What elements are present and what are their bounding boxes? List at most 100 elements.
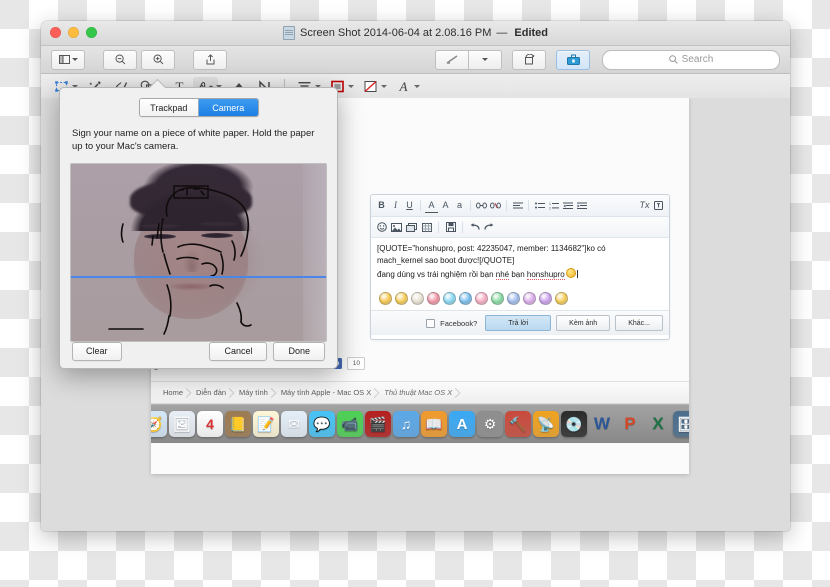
dock-item-microsoft-powerpoint[interactable]: P xyxy=(617,411,643,437)
like-count: 10 xyxy=(347,357,365,370)
breadcrumb-item-1[interactable]: Diễn đàn xyxy=(192,388,235,397)
editor-line3-c: bạn xyxy=(509,270,527,279)
bold-icon[interactable]: B xyxy=(375,199,388,213)
more-options-button[interactable]: Khác... xyxy=(615,315,663,331)
zoom-out-button[interactable] xyxy=(103,50,137,70)
breadcrumb-item-4[interactable]: Thủ thuật Mac OS X xyxy=(380,388,461,397)
signature-source-segmented-control[interactable]: Trackpad Camera xyxy=(139,98,259,117)
emoji-10[interactable] xyxy=(539,292,552,305)
imovie-icon: 🎬 xyxy=(369,416,386,433)
chevron-down-icon xyxy=(482,58,488,61)
ibooks-icon: 📖 xyxy=(425,416,442,433)
align-icon[interactable] xyxy=(511,199,524,213)
remove-link-icon[interactable] xyxy=(489,199,502,213)
zoom-in-button[interactable] xyxy=(141,50,175,70)
dock-item-contacts[interactable]: 📒 xyxy=(225,411,251,437)
sidebar-toggle-button[interactable] xyxy=(51,50,85,70)
reply-button[interactable]: Trả lời xyxy=(485,315,551,331)
cancel-button[interactable]: Cancel xyxy=(209,342,267,361)
outdent-icon[interactable] xyxy=(561,199,574,213)
markup-pen-options-button[interactable] xyxy=(468,50,502,70)
font-family-icon[interactable]: a xyxy=(453,199,466,213)
text-color-icon[interactable]: A xyxy=(425,198,438,213)
editor-line3-b: nhé xyxy=(496,270,509,280)
window-titlebar[interactable]: Screen Shot 2014-06-04 at 2.08.16 PM — E… xyxy=(41,21,790,46)
microsoft-powerpoint-icon: P xyxy=(624,414,635,434)
svg-text:2: 2 xyxy=(549,206,551,210)
editor-content[interactable]: [QUOTE="honshupro, post: 42235047, membe… xyxy=(371,238,669,286)
dock-item-safari[interactable]: 🧭 xyxy=(151,411,167,437)
rotate-button[interactable] xyxy=(512,50,546,70)
redo-icon[interactable] xyxy=(483,220,496,234)
emoji-4[interactable] xyxy=(443,292,456,305)
emoji-9[interactable] xyxy=(523,292,536,305)
emoji-palette[interactable] xyxy=(371,286,669,310)
clear-format-icon[interactable]: Tx xyxy=(638,199,651,213)
emoji-2[interactable] xyxy=(411,292,424,305)
emoji-7[interactable] xyxy=(491,292,504,305)
tab-camera[interactable]: Camera xyxy=(198,99,258,116)
facebook-checkbox[interactable] xyxy=(426,319,435,328)
breadcrumb-item-3[interactable]: Máy tính Apple - Mac OS X xyxy=(277,388,380,397)
numbered-list-icon[interactable]: 12 xyxy=(547,199,560,213)
emoji-6[interactable] xyxy=(475,292,488,305)
font-size-icon[interactable]: A xyxy=(439,199,452,213)
popover-instruction: Sign your name on a piece of white paper… xyxy=(72,127,325,154)
dock-item-system-preferences[interactable]: ⚙ xyxy=(477,411,503,437)
italic-icon[interactable]: I xyxy=(389,199,402,213)
dock-item-notes[interactable]: 📝 xyxy=(253,411,279,437)
messages-icon: 💬 xyxy=(313,416,330,433)
calendar-icon: 4 xyxy=(206,416,214,432)
dock-item-itunes[interactable]: ♫ xyxy=(393,411,419,437)
insert-image-icon[interactable] xyxy=(390,220,403,234)
breadcrumb-item-0[interactable]: Home xyxy=(159,388,192,397)
dock-item-facetime[interactable]: 📹 xyxy=(337,411,363,437)
clear-button[interactable]: Clear xyxy=(72,342,122,361)
underline-icon[interactable]: U xyxy=(403,199,416,213)
dock-item-mail[interactable]: ✉ xyxy=(281,411,307,437)
dock-item-microsoft-excel[interactable]: X xyxy=(645,411,671,437)
signature-baseline xyxy=(71,276,326,278)
attach-image-button[interactable]: Kèm ảnh xyxy=(556,315,610,331)
toggle-bbcode-icon[interactable] xyxy=(652,199,665,213)
dock-item-calendar[interactable]: 4 xyxy=(197,411,223,437)
system-preferences-icon: ⚙ xyxy=(484,416,497,433)
font-style-icon: A xyxy=(400,79,408,95)
insert-link-icon[interactable] xyxy=(475,199,488,213)
breadcrumb-item-2[interactable]: Máy tính xyxy=(235,388,277,397)
dock-item-preview[interactable]: 🖼 xyxy=(169,411,195,437)
undo-icon[interactable] xyxy=(468,220,481,234)
bullet-list-icon[interactable] xyxy=(533,199,546,213)
emoji-1[interactable] xyxy=(395,292,408,305)
emoji-8[interactable] xyxy=(507,292,520,305)
smilie-icon[interactable] xyxy=(375,220,388,234)
emoji-3[interactable] xyxy=(427,292,440,305)
dock-item-stamp-utility[interactable]: 🔨 xyxy=(505,411,531,437)
font-style-tool[interactable]: A xyxy=(391,77,416,97)
dock-item-ibooks[interactable]: 📖 xyxy=(421,411,447,437)
emoji-0[interactable] xyxy=(379,292,392,305)
markup-pen-button[interactable] xyxy=(435,50,468,70)
insert-table-icon[interactable] xyxy=(420,220,433,234)
indent-icon[interactable] xyxy=(575,199,588,213)
done-button[interactable]: Done xyxy=(273,342,325,361)
dock-item-finder-box[interactable]: 🗄 xyxy=(673,411,689,437)
dock-item-messages[interactable]: 💬 xyxy=(309,411,335,437)
dock-item-airport-utility[interactable]: 📡 xyxy=(533,411,559,437)
save-draft-icon[interactable] xyxy=(444,220,457,234)
share-button[interactable] xyxy=(193,50,227,70)
emoji-5[interactable] xyxy=(459,292,472,305)
dock-item-dvd-player[interactable]: 💿 xyxy=(561,411,587,437)
dock-item-app-store[interactable]: A xyxy=(449,411,475,437)
editor-line3-d: honshupro xyxy=(527,270,565,280)
dock-item-imovie[interactable]: 🎬 xyxy=(365,411,391,437)
fill-color-tool[interactable] xyxy=(358,77,383,97)
dock-item-microsoft-word[interactable]: W xyxy=(589,411,615,437)
pen-icon xyxy=(446,55,459,64)
emoji-11[interactable] xyxy=(555,292,568,305)
search-field[interactable]: Search xyxy=(602,50,780,70)
stamp-utility-icon: 🔨 xyxy=(509,416,526,433)
tab-trackpad[interactable]: Trackpad xyxy=(140,99,199,116)
markup-toolbox-button[interactable] xyxy=(556,50,590,70)
insert-media-icon[interactable] xyxy=(405,220,418,234)
